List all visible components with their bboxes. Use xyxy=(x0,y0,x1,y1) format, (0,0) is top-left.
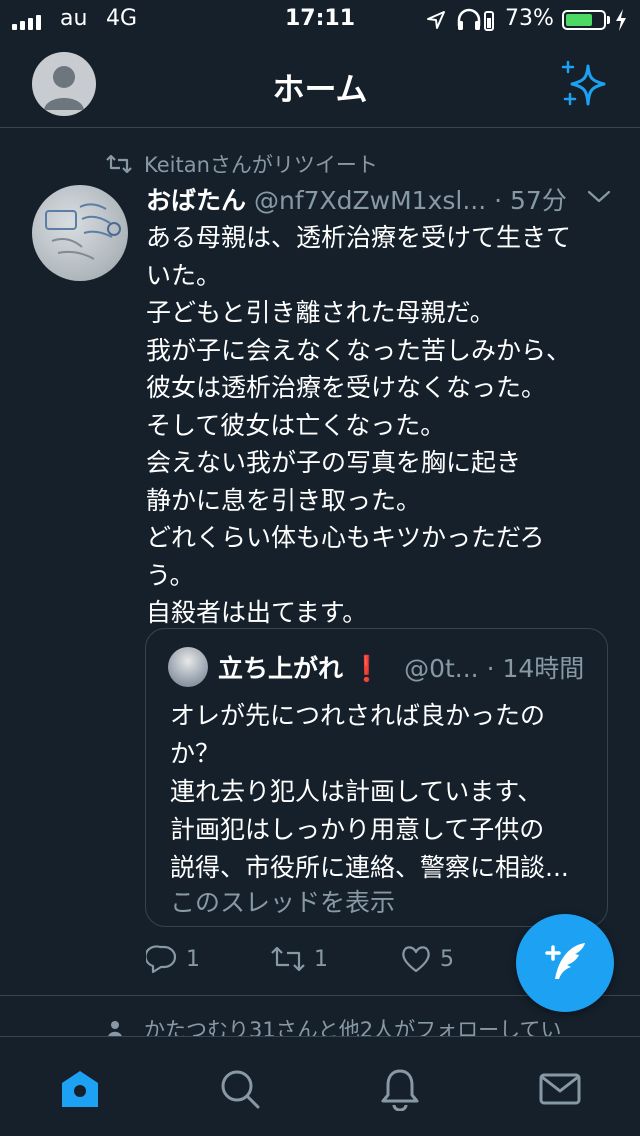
tab-messages[interactable] xyxy=(538,1067,582,1111)
quoted-author-handle: @0t... xyxy=(404,654,479,683)
tab-home[interactable] xyxy=(58,1067,102,1111)
retweeted-by-label: Keitanさんがリツイート xyxy=(144,153,378,177)
battery-percent: 73% xyxy=(505,6,554,31)
retweet-button[interactable]: 1 xyxy=(270,944,328,974)
sparkle-icon[interactable] xyxy=(558,58,610,114)
tweet-time: · 57分 xyxy=(494,186,567,215)
retweet-context: Keitanさんがリツイート xyxy=(106,149,378,179)
location-arrow-icon xyxy=(426,10,446,36)
like-button[interactable]: 5 xyxy=(400,944,454,974)
compose-tweet-button[interactable] xyxy=(516,914,614,1012)
tab-search[interactable] xyxy=(218,1067,262,1111)
quoted-author-name: 立ち上がれ xyxy=(218,654,344,683)
home-icon xyxy=(62,1071,98,1107)
retweet-count: 1 xyxy=(314,946,328,972)
bottom-tab-bar xyxy=(0,1036,640,1136)
quoted-tweet-header: 立ち上がれ ❗ @0t... · 14時間 xyxy=(218,649,584,685)
quoted-tweet-text: オレが先につれされば良かったの か？ 連れ去り犯人は計画しています、 計画犯はし… xyxy=(170,701,569,882)
charging-bolt-icon xyxy=(614,8,628,38)
author-avatar[interactable] xyxy=(32,185,128,281)
tweet-header: おばたん @nf7XdZwM1xsl... · 57分 xyxy=(146,181,616,217)
quoted-tweet[interactable]: 立ち上がれ ❗ @0t... · 14時間 オレが先につれされば良かったの か？… xyxy=(145,628,608,927)
search-icon xyxy=(221,1070,260,1109)
exclamation-emoji: ❗ xyxy=(350,654,383,683)
author-name[interactable]: おばたん xyxy=(146,186,246,215)
reply-button[interactable]: 1 xyxy=(146,944,200,974)
page-title: ホーム xyxy=(272,70,368,108)
like-count: 5 xyxy=(440,946,454,972)
author-handle[interactable]: @nf7XdZwM1xsl... xyxy=(254,186,486,215)
show-thread-link[interactable]: このスレッドを表示 xyxy=(170,883,395,919)
tweet-text: ある母親は、透析治療を受けて生きて いた。 子どもと引き離された母親だ。 我が子… xyxy=(146,223,572,627)
mail-icon xyxy=(539,1073,581,1105)
retweet-icon xyxy=(271,946,305,972)
reply-count: 1 xyxy=(186,946,200,972)
tab-notifications[interactable] xyxy=(378,1067,422,1111)
retweet-icon xyxy=(106,154,132,174)
status-bar: au 4G 17:11 73% xyxy=(0,0,640,40)
quoted-tweet-time: · 14時間 xyxy=(486,654,585,683)
chevron-down-icon[interactable] xyxy=(586,189,612,209)
bell-icon xyxy=(381,1069,419,1111)
quoted-author-avatar xyxy=(168,647,208,687)
top-app-bar: ホーム xyxy=(0,40,640,128)
tweet[interactable]: Keitanさんがリツイート おばたん @nf7XdZwM1xsl... · 5… xyxy=(0,129,640,996)
headphones-icon xyxy=(456,8,496,38)
reply-icon xyxy=(146,945,177,974)
compose-feather-icon xyxy=(545,943,585,979)
heart-icon xyxy=(402,946,430,973)
battery-icon xyxy=(562,10,606,30)
